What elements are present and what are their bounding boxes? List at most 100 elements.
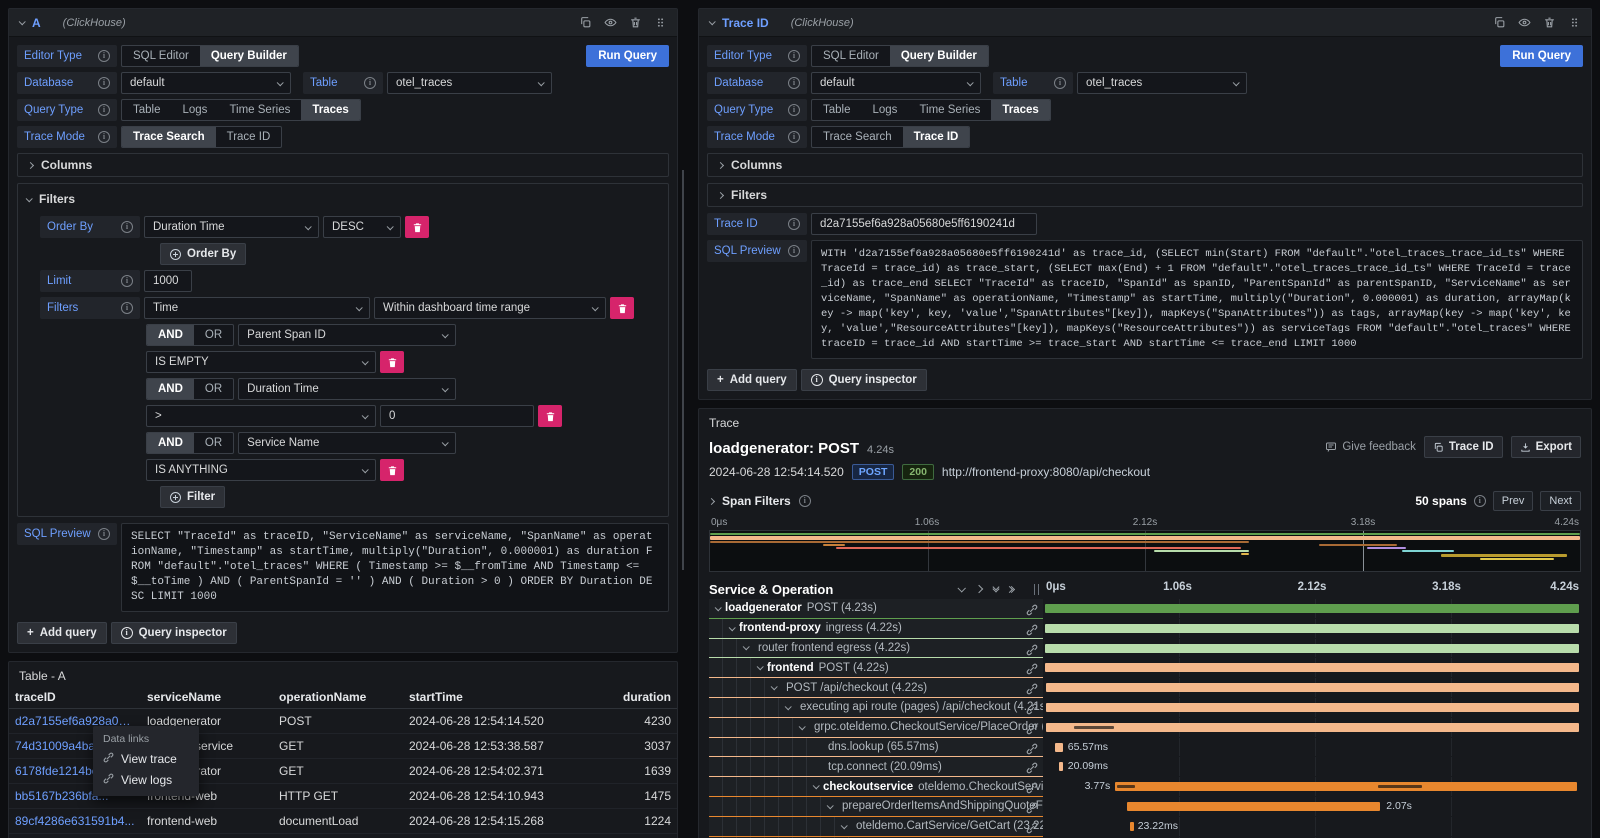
chevron-down-icon[interactable] (827, 802, 834, 809)
info-icon[interactable]: i (121, 302, 133, 314)
trace-id-button[interactable]: Trace ID (1424, 436, 1503, 458)
collapse-one-icon[interactable] (957, 584, 965, 592)
info-icon[interactable]: i (1054, 77, 1066, 89)
column-header-operationname[interactable]: operationName (273, 686, 403, 709)
query-row-header-a[interactable]: A (ClickHouse) (9, 9, 677, 37)
span-row[interactable]: router frontend egress (4.22s) (709, 639, 1581, 659)
condition2-operator-select[interactable]: > (146, 405, 376, 427)
remove-condition1-button[interactable] (380, 351, 404, 373)
span-row[interactable]: executing api route (pages) /api/checkou… (709, 698, 1581, 718)
link-icon[interactable] (1026, 781, 1038, 797)
span-row[interactable]: frontend-proxy ingress (4.22s) (709, 619, 1581, 639)
add-query-button[interactable]: +Add query (17, 622, 107, 644)
table-row[interactable]: 3aa7acfc01941006c... frontend-web docume… (9, 834, 677, 838)
span-row[interactable]: loadgenerator POST (4.23s) (709, 599, 1581, 619)
sql-editor-option[interactable]: SQL Editor (122, 46, 200, 66)
query-row-header-traceid[interactable]: Trace ID (ClickHouse) (699, 9, 1591, 37)
link-icon[interactable] (1026, 742, 1038, 758)
chevron-down-icon[interactable] (757, 664, 764, 671)
add-query-button[interactable]: +Add query (707, 369, 797, 391)
info-icon[interactable]: i (98, 528, 110, 540)
expand-one-icon[interactable] (975, 585, 983, 593)
chevron-down-icon[interactable] (743, 644, 750, 651)
trace-id-option[interactable]: Trace ID (216, 127, 282, 147)
table-select[interactable]: otel_traces (387, 72, 552, 94)
condition3-operator-select[interactable]: IS ANYTHING (146, 459, 376, 481)
chevron-down-icon[interactable] (715, 604, 722, 611)
info-icon[interactable]: i (364, 77, 376, 89)
remove-condition2-button[interactable] (538, 405, 562, 427)
column-header-traceid[interactable]: traceID (9, 686, 141, 709)
link-icon[interactable] (1026, 662, 1038, 678)
info-icon[interactable]: i (121, 275, 133, 287)
link-icon[interactable] (1026, 603, 1038, 619)
expand-all-icon[interactable] (1010, 587, 1014, 592)
view-logs-link[interactable]: View logs (103, 773, 189, 787)
drag-handle-icon[interactable] (1568, 16, 1581, 29)
or-option[interactable]: OR (194, 379, 233, 399)
column-resizer[interactable] (1034, 584, 1039, 595)
query-type-traces[interactable]: Traces (301, 100, 359, 120)
chevron-down-icon[interactable] (813, 782, 820, 789)
info-icon[interactable]: i (788, 131, 800, 143)
info-icon[interactable]: i (788, 104, 800, 116)
next-button[interactable]: Next (1540, 491, 1581, 511)
link-icon[interactable] (1026, 722, 1038, 738)
filter-field-select[interactable]: Time (144, 297, 370, 319)
span-row[interactable]: frontend POST (4.22s) (709, 658, 1581, 678)
column-header-duration[interactable]: duration (575, 686, 677, 709)
drag-handle-icon[interactable] (654, 16, 667, 29)
query-type-logs[interactable]: Logs (862, 100, 909, 120)
query-builder-option[interactable]: Query Builder (890, 46, 988, 66)
chevron-down-icon[interactable] (785, 703, 792, 710)
filters-section-toggle[interactable]: Filters (707, 183, 1583, 207)
pane-splitter[interactable] (682, 170, 684, 570)
duplicate-icon[interactable] (579, 16, 592, 29)
prev-button[interactable]: Prev (1493, 491, 1534, 511)
database-select[interactable]: default (121, 72, 291, 94)
limit-input[interactable]: 1000 (144, 270, 192, 292)
column-header-starttime[interactable]: startTime (403, 686, 575, 709)
duplicate-icon[interactable] (1493, 16, 1506, 29)
hide-query-icon[interactable] (604, 16, 617, 29)
link-icon[interactable] (1026, 682, 1038, 698)
info-icon[interactable]: i (98, 104, 110, 116)
link-icon[interactable] (1026, 761, 1038, 777)
sql-editor-option[interactable]: SQL Editor (812, 46, 890, 66)
query-inspector-button[interactable]: iQuery inspector (801, 369, 927, 391)
collapse-all-icon[interactable] (994, 587, 999, 591)
link-icon[interactable] (1026, 821, 1038, 837)
chevron-down-icon[interactable] (841, 822, 848, 829)
query-builder-option[interactable]: Query Builder (200, 46, 298, 66)
span-filters-label[interactable]: Span Filters (722, 494, 791, 508)
chevron-down-icon[interactable] (799, 723, 806, 730)
span-row[interactable]: checkoutservice oteldemo.CheckoutService… (709, 777, 1581, 797)
delete-query-icon[interactable] (629, 16, 642, 29)
info-icon[interactable]: i (98, 77, 110, 89)
query-type-table[interactable]: Table (122, 100, 172, 120)
give-feedback-link[interactable]: Give feedback (1325, 441, 1416, 453)
span-row[interactable]: dns.lookup (65.57ms) 65.57ms (709, 738, 1581, 758)
span-row[interactable]: POST /api/checkout (4.22s) (709, 678, 1581, 698)
add-order-by-button[interactable]: Order By (160, 243, 246, 265)
column-header-servicename[interactable]: serviceName (141, 686, 273, 709)
and-option[interactable]: AND (147, 433, 194, 453)
database-select[interactable]: default (811, 72, 981, 94)
trace-id-input[interactable]: d2a7155ef6a928a05680e5ff6190241d (811, 213, 1037, 235)
table-row[interactable]: 89cf4286e631591b4... frontend-web docume… (9, 809, 677, 834)
info-icon[interactable]: i (788, 218, 800, 230)
info-icon[interactable]: i (121, 221, 133, 233)
link-icon[interactable] (1026, 702, 1038, 718)
trace-id-option[interactable]: Trace ID (903, 127, 970, 147)
link-icon[interactable] (1026, 623, 1038, 639)
remove-order-by-button[interactable] (405, 216, 429, 238)
condition3-field-select[interactable]: Service Name (238, 432, 456, 454)
info-icon[interactable]: i (98, 131, 110, 143)
remove-condition3-button[interactable] (380, 459, 404, 481)
trace-id-link[interactable]: 89cf4286e631591b4... (9, 809, 141, 834)
info-icon[interactable]: i (98, 50, 110, 62)
condition2-value-input[interactable]: 0 (380, 405, 534, 427)
delete-query-icon[interactable] (1543, 16, 1556, 29)
order-by-direction-select[interactable]: DESC (323, 216, 401, 238)
span-row[interactable]: tcp.connect (20.09ms) 20.09ms (709, 757, 1581, 777)
